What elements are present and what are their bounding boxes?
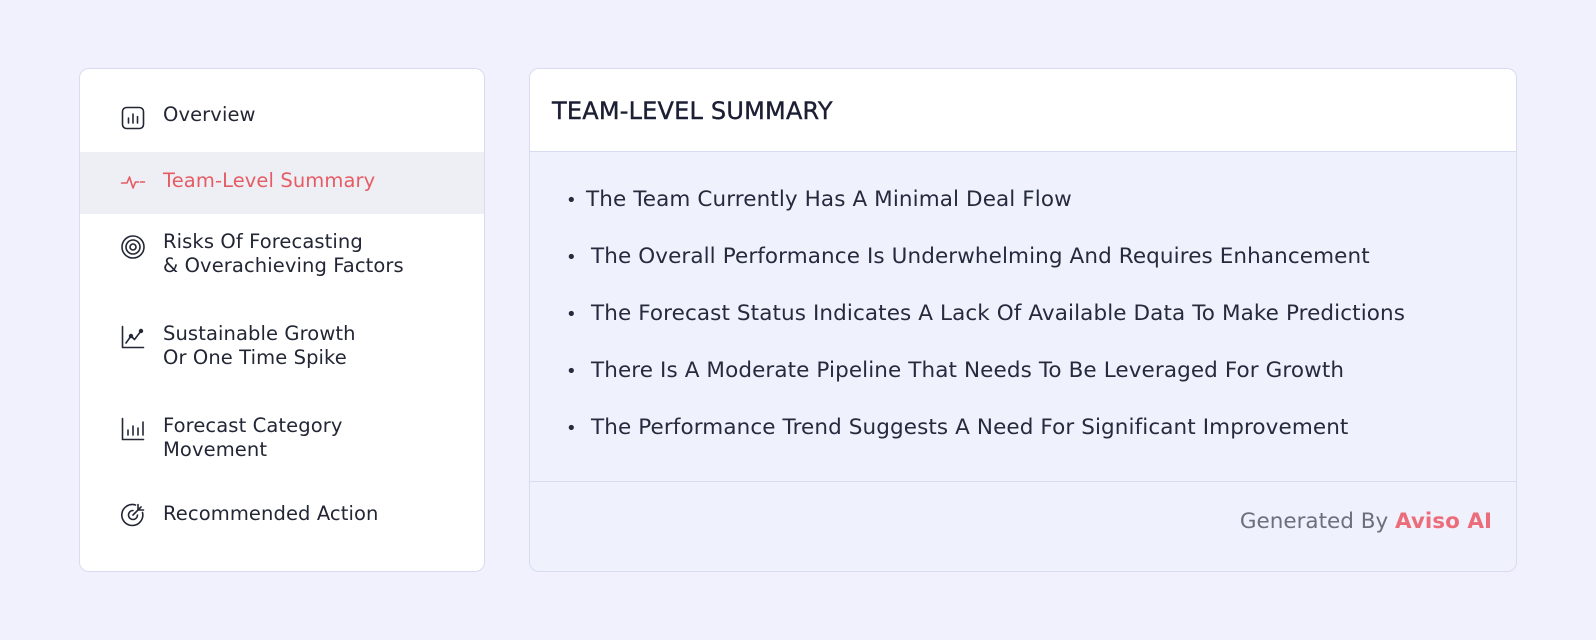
- list-item: • The Overall Performance Is Underwhelmin…: [566, 244, 1370, 269]
- bullet-marker: •: [566, 247, 577, 268]
- sidebar-item-forecast-category-movement[interactable]: Forecast Category Movement: [80, 403, 484, 485]
- panel-footer: Generated By Aviso AI: [530, 481, 1516, 571]
- panel-header: TEAM-LEVEL SUMMARY: [530, 69, 1516, 152]
- sidebar-item-recommended-action[interactable]: Recommended Action: [80, 489, 484, 549]
- bar-chart-icon: [120, 105, 146, 131]
- target-icon: [120, 234, 146, 260]
- page-title: TEAM-LEVEL SUMMARY: [552, 97, 833, 125]
- brand-name: Aviso AI: [1395, 509, 1492, 534]
- sidebar-item-label: Team-Level Summary: [163, 169, 376, 192]
- summary-panel: TEAM-LEVEL SUMMARY • The Team Currently H…: [529, 68, 1517, 572]
- sidebar-item-label: Recommended Action: [163, 502, 379, 525]
- pulse-icon: [120, 169, 146, 195]
- bullet-marker: •: [566, 361, 577, 382]
- sidebar-nav: Overview Team-Level Summary Risks Of For…: [79, 68, 485, 572]
- sidebar-item-risks-of-forecasting[interactable]: Risks Of Forecasting & Overachieving Fac…: [80, 219, 484, 301]
- bullet-marker: •: [566, 418, 577, 439]
- list-item: • There Is A Moderate Pipeline That Needs…: [566, 358, 1345, 383]
- target-arrow-icon: [120, 502, 146, 528]
- bullet-marker: •: [566, 304, 577, 325]
- sidebar-item-label: Sustainable Growth Or One Time Spike: [163, 322, 356, 369]
- sidebar-item-sustainable-growth[interactable]: Sustainable Growth Or One Time Spike: [80, 311, 484, 393]
- line-chart-icon: [120, 324, 146, 350]
- list-item: • The Performance Trend Suggests A Need F…: [566, 415, 1349, 440]
- bar-growth-icon: [120, 416, 146, 442]
- sidebar-item-label: Overview: [163, 103, 256, 126]
- sidebar-item-overview[interactable]: Overview: [80, 87, 484, 147]
- bullet-marker: •: [566, 190, 577, 211]
- list-item: • The Team Currently Has A Minimal Deal F…: [566, 187, 1072, 212]
- sidebar-item-label: Risks Of Forecasting & Overachieving Fac…: [163, 230, 404, 277]
- sidebar-item-team-level-summary[interactable]: Team-Level Summary: [80, 152, 484, 214]
- list-item: • The Forecast Status Indicates A Lack Of…: [566, 301, 1406, 326]
- generated-by-text: Generated By Aviso AI: [1239, 509, 1492, 534]
- sidebar-item-label: Forecast Category Movement: [163, 414, 343, 461]
